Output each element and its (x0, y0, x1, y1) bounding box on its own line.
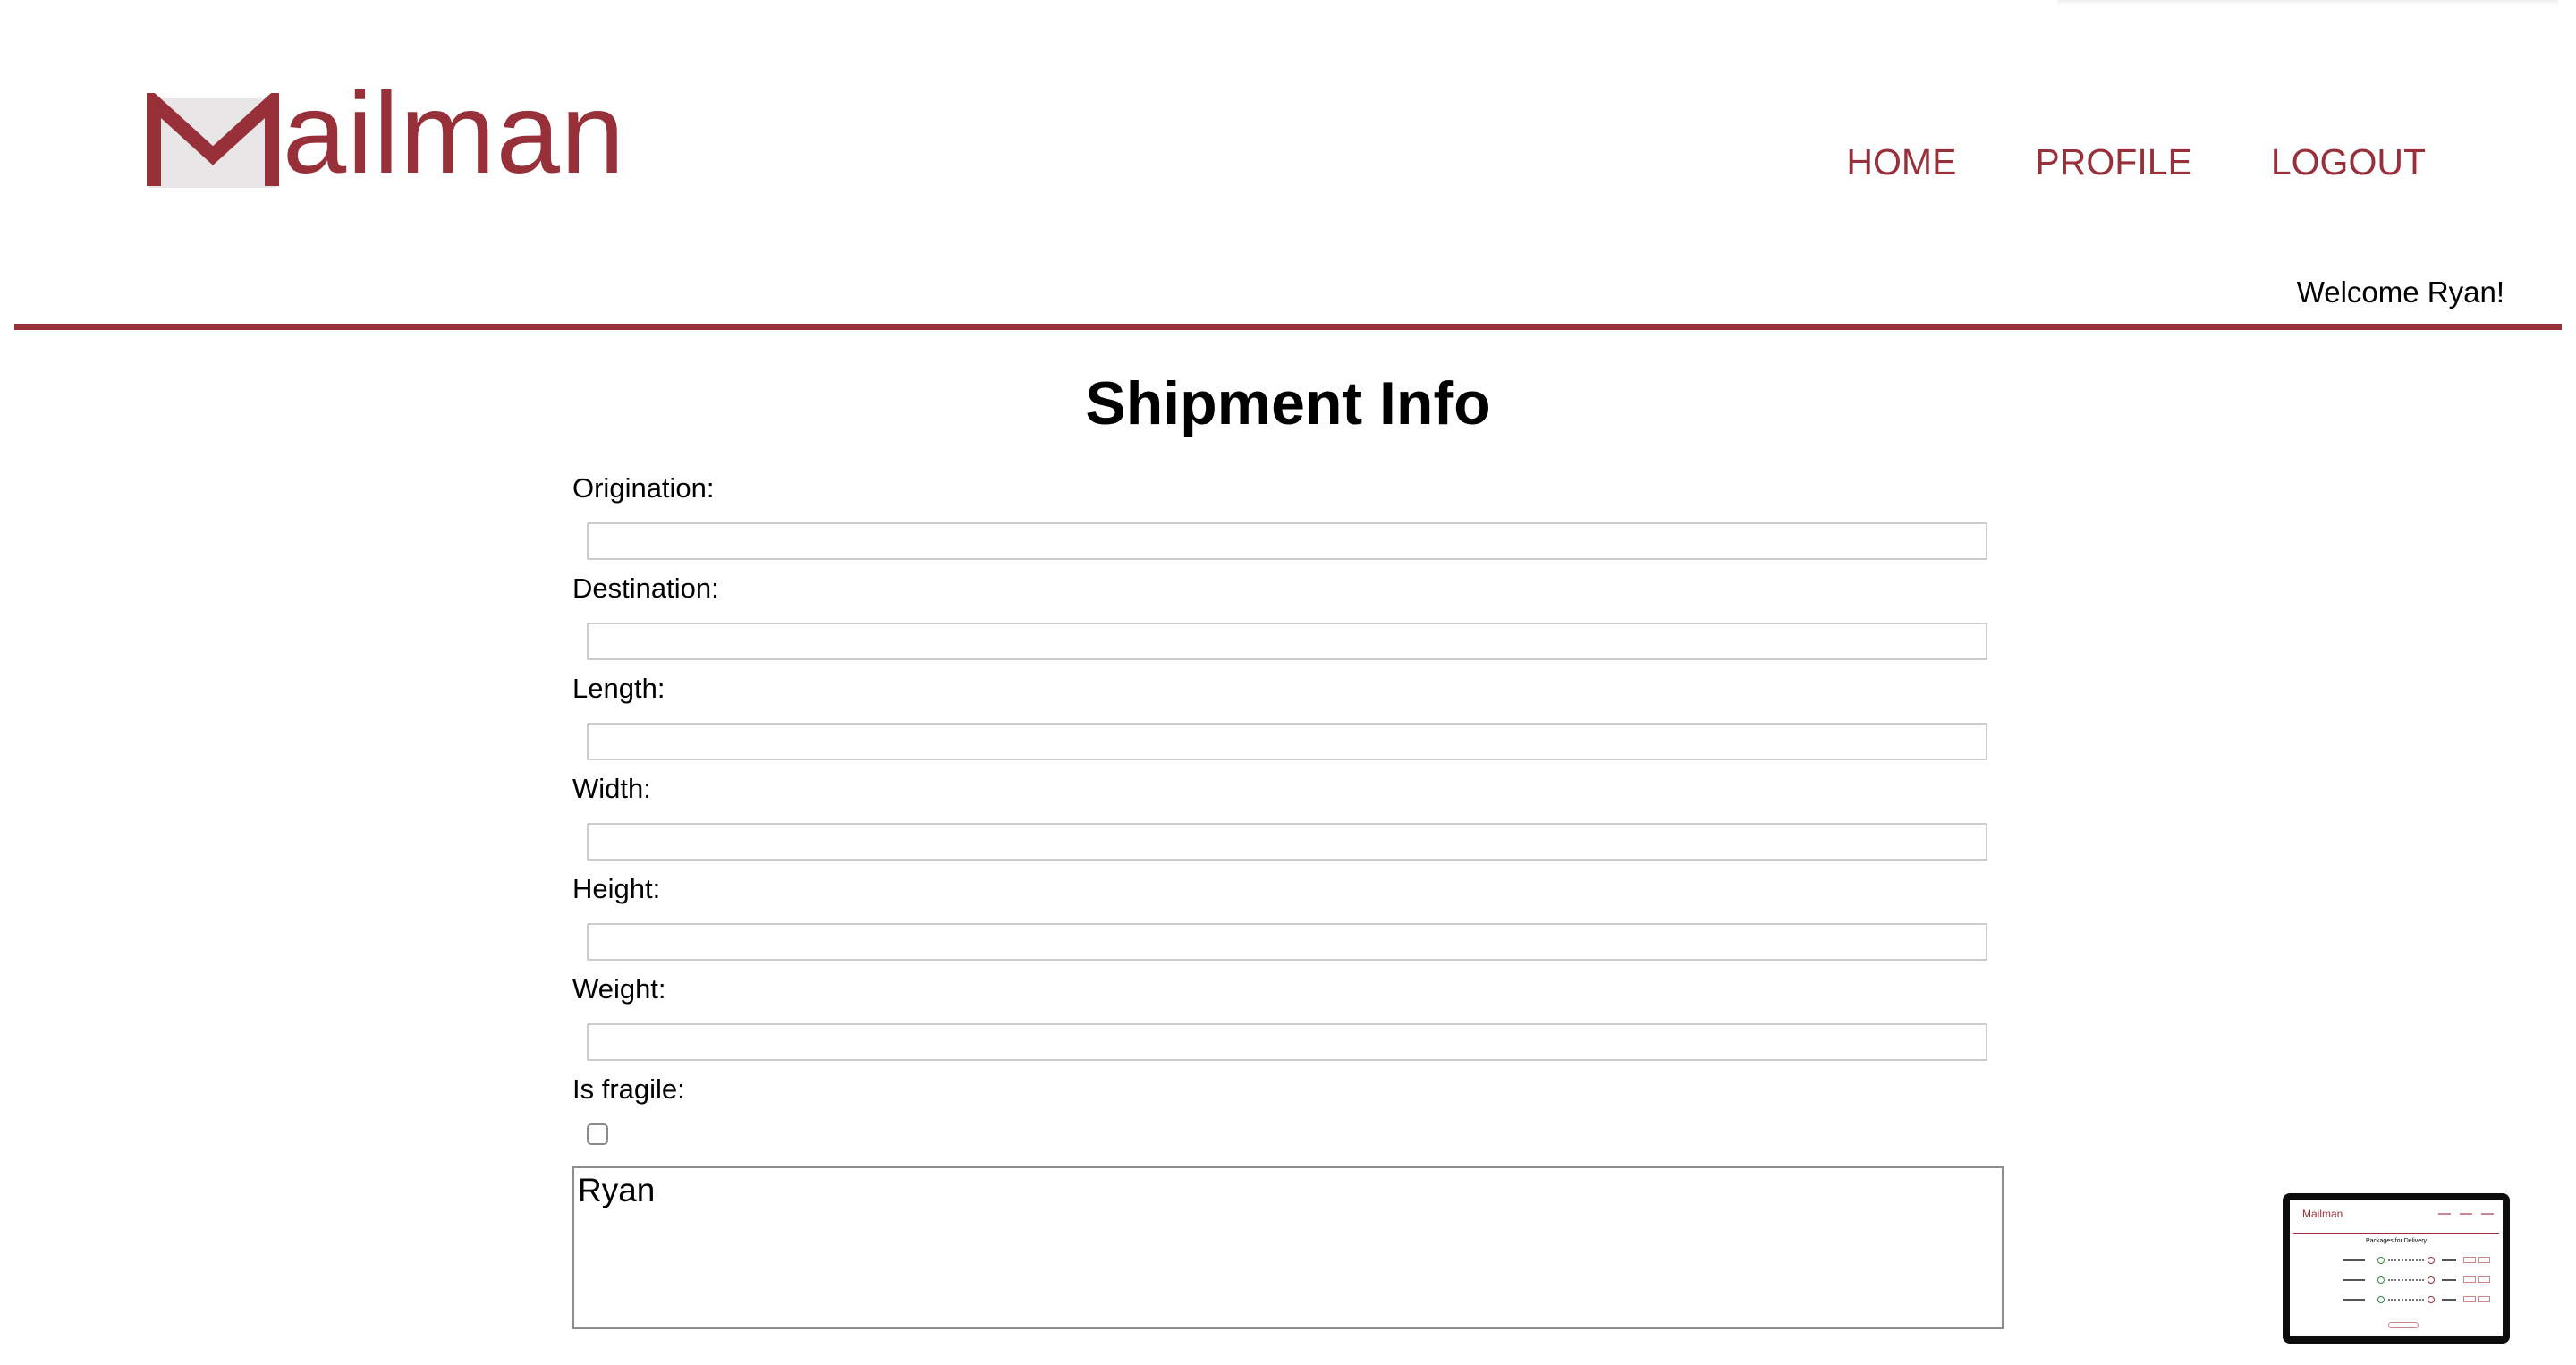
main-nav: HOME PROFILE LOGOUT (1846, 141, 2426, 183)
weight-input[interactable] (587, 1023, 1987, 1061)
fragile-label: Is fragile: (572, 1073, 685, 1105)
welcome-message: Welcome Ryan! (2296, 276, 2504, 309)
thumbnail-row (2343, 1256, 2490, 1268)
thumbnail-divider (2293, 1233, 2499, 1234)
thumbnail-row (2343, 1295, 2490, 1308)
thumbnail-row (2343, 1276, 2490, 1288)
nav-home-link[interactable]: HOME (1846, 141, 1956, 183)
header-divider (14, 324, 2562, 330)
length-label: Length: (572, 673, 665, 704)
weight-label: Weight: (572, 973, 666, 1005)
origination-input[interactable] (587, 522, 1987, 560)
thumbnail-button (2388, 1322, 2419, 1328)
page-title: Shipment Info (1085, 369, 1491, 437)
screenshot-thumbnail-preview[interactable]: Mailman Packages for Delivery (2283, 1193, 2510, 1344)
height-input[interactable] (587, 923, 1987, 961)
thumbnail-logo: Mailman (2302, 1208, 2343, 1220)
top-shadow-strip (2057, 0, 2558, 5)
thumbnail-nav (2438, 1213, 2494, 1215)
destination-label: Destination: (572, 572, 719, 604)
origination-label: Origination: (572, 472, 715, 504)
page: ailman HOME PROFILE LOGOUT Welcome Ryan!… (0, 0, 2576, 1365)
nav-profile-link[interactable]: PROFILE (2035, 141, 2191, 183)
notes-textarea[interactable]: Ryan (572, 1166, 2004, 1329)
fragile-checkbox[interactable] (587, 1123, 608, 1145)
width-label: Width: (572, 773, 651, 804)
length-input[interactable] (587, 723, 1987, 760)
destination-input[interactable] (587, 623, 1987, 660)
logo-text: ailman (283, 70, 626, 198)
nav-logout-link[interactable]: LOGOUT (2271, 141, 2426, 183)
thumbnail-title: Packages for Delivery (2365, 1238, 2428, 1244)
mailman-logo[interactable]: ailman (147, 77, 625, 191)
width-input[interactable] (587, 823, 1987, 861)
thumbnail-content: Mailman Packages for Delivery (2290, 1200, 2503, 1336)
height-label: Height: (572, 873, 661, 904)
logo-envelope-m-icon (147, 93, 279, 188)
